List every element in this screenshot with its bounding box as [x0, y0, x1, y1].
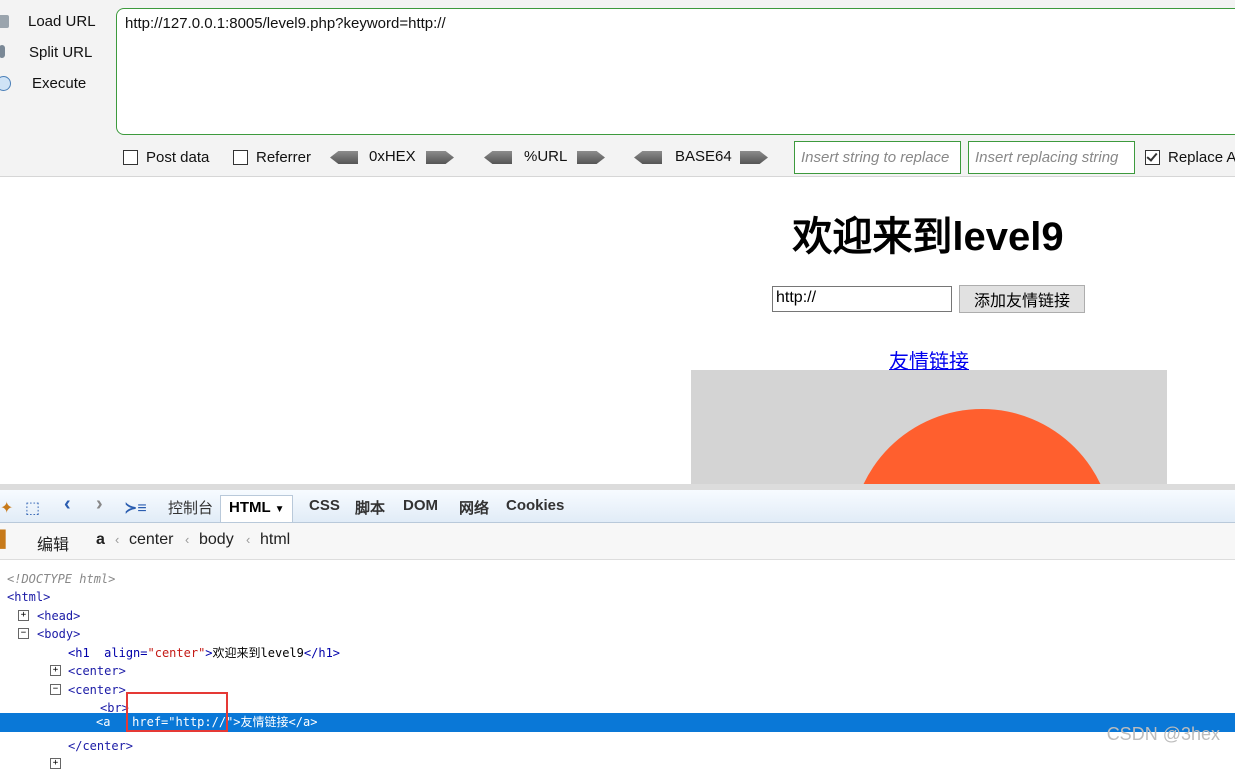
- edit-button[interactable]: 编辑: [37, 531, 69, 555]
- split-url-label: Split URL: [29, 43, 93, 61]
- hex-label: 0xHEX: [369, 148, 416, 165]
- collapse-icon[interactable]: −: [18, 628, 29, 639]
- tree-center-1[interactable]: <center>: [68, 662, 126, 680]
- hex-encode-arrow-icon[interactable]: [426, 151, 454, 164]
- firebug-icon[interactable]: ✦: [0, 498, 13, 518]
- url-decode-arrow-icon[interactable]: [484, 151, 512, 164]
- post-data-label: Post data: [146, 149, 210, 166]
- post-data-checkbox[interactable]: Post data: [123, 149, 209, 166]
- tree-center-2[interactable]: <center>: [68, 681, 126, 699]
- collapse-icon[interactable]: −: [50, 684, 61, 695]
- breadcrumb-sep-icon: ‹: [246, 532, 251, 547]
- tree-doctype: <!DOCTYPE html>: [7, 572, 116, 586]
- url-encode-label: %URL: [524, 148, 568, 165]
- url-textarea[interactable]: http://127.0.0.1:8005/level9.php?keyword…: [116, 8, 1235, 135]
- breadcrumb: ▌ 编辑 a ‹ center ‹ body ‹ html: [0, 523, 1235, 560]
- tree-h1[interactable]: <h1 align="center">欢迎来到level9</h1>: [68, 644, 340, 662]
- replacing-string-input[interactable]: Insert replacing string: [968, 141, 1135, 174]
- replace-all-label: Replace All: [1168, 149, 1235, 166]
- tab-html[interactable]: HTML ▼: [220, 495, 294, 522]
- highlight-box: [126, 692, 228, 732]
- tab-css[interactable]: CSS: [309, 497, 340, 514]
- h1-attr: align=: [104, 646, 148, 660]
- a-text: 友情链接: [240, 715, 289, 729]
- devtools-tabbar: ✦ ⬚ ‹ › ≻≡ 控制台 HTML ▼ CSS 脚本 DOM 网络 Cook…: [0, 490, 1235, 523]
- breadcrumb-body[interactable]: body: [199, 531, 234, 549]
- referrer-label: Referrer: [256, 149, 312, 166]
- h1-open: <h1: [68, 646, 90, 660]
- a-open: <a: [96, 715, 111, 729]
- h1-bracket: >: [205, 646, 213, 660]
- expand-icon[interactable]: +: [50, 665, 61, 676]
- load-url-label: Load URL: [28, 12, 96, 30]
- load-url-icon: [0, 15, 9, 28]
- base64-label: BASE64: [675, 148, 732, 165]
- h1-val: "center": [147, 646, 206, 660]
- hackbar-panel: Load URL Split URL Execute http://127.0.…: [0, 0, 1235, 177]
- expand-icon[interactable]: +: [50, 758, 61, 769]
- orange-circle: [851, 409, 1113, 484]
- tree-html[interactable]: <html>: [7, 588, 50, 606]
- add-link-button[interactable]: 添加友情链接: [959, 285, 1085, 313]
- execute-label: Execute: [32, 74, 87, 92]
- replace-all-checkbox[interactable]: Replace All: [1145, 149, 1235, 166]
- pause-icon[interactable]: ▌: [0, 531, 11, 549]
- dropdown-arrow-icon[interactable]: ▼: [275, 504, 285, 515]
- replace-string-input[interactable]: Insert string to replace: [794, 141, 961, 174]
- command-line-icon[interactable]: ≻≡: [124, 498, 147, 518]
- tab-network[interactable]: 网络: [459, 497, 489, 518]
- tab-html-label: HTML: [229, 499, 271, 516]
- breadcrumb-center[interactable]: center: [129, 531, 173, 549]
- level-image: [691, 370, 1167, 484]
- replace-all-box[interactable]: [1145, 150, 1160, 165]
- page-title: 欢迎来到level9: [792, 215, 1064, 259]
- tree-head[interactable]: <head>: [37, 607, 80, 625]
- forward-icon[interactable]: ›: [96, 493, 103, 516]
- back-icon[interactable]: ‹: [64, 493, 71, 516]
- watermark: CSDN @3hex: [1106, 724, 1220, 744]
- expand-icon[interactable]: +: [18, 610, 29, 621]
- breadcrumb-sep-icon: ‹: [185, 532, 190, 547]
- url-encode-arrow-icon[interactable]: [577, 151, 605, 164]
- post-data-box[interactable]: [123, 150, 138, 165]
- tab-cookies[interactable]: Cookies: [506, 497, 564, 514]
- h1-close: </h1>: [303, 646, 341, 660]
- referrer-box[interactable]: [233, 150, 248, 165]
- hex-decode-arrow-icon[interactable]: [330, 151, 358, 164]
- keyword-input[interactable]: http://: [772, 286, 952, 312]
- referrer-checkbox[interactable]: Referrer: [233, 149, 311, 166]
- tab-dom[interactable]: DOM: [403, 497, 438, 514]
- hackbar-options: Post data Referrer 0xHEX %URL BASE64 Ins…: [0, 141, 1235, 175]
- breadcrumb-html[interactable]: html: [260, 531, 290, 549]
- execute-icon: [0, 76, 11, 91]
- tab-script[interactable]: 脚本: [355, 497, 385, 518]
- a-close: </a>: [288, 715, 318, 729]
- breadcrumb-a[interactable]: a: [96, 531, 105, 549]
- base64-decode-arrow-icon[interactable]: [634, 151, 662, 164]
- base64-encode-arrow-icon[interactable]: [740, 151, 768, 164]
- split-url-icon: [0, 45, 5, 58]
- breadcrumb-sep-icon: ‹: [115, 532, 120, 547]
- inspect-icon[interactable]: ⬚: [25, 498, 40, 518]
- tree-center-close: </center>: [68, 739, 134, 753]
- h1-text: 欢迎来到level9: [212, 646, 304, 660]
- tree-body[interactable]: <body>: [37, 625, 80, 643]
- tab-console[interactable]: 控制台: [168, 497, 213, 518]
- a-bracket: >: [233, 715, 241, 729]
